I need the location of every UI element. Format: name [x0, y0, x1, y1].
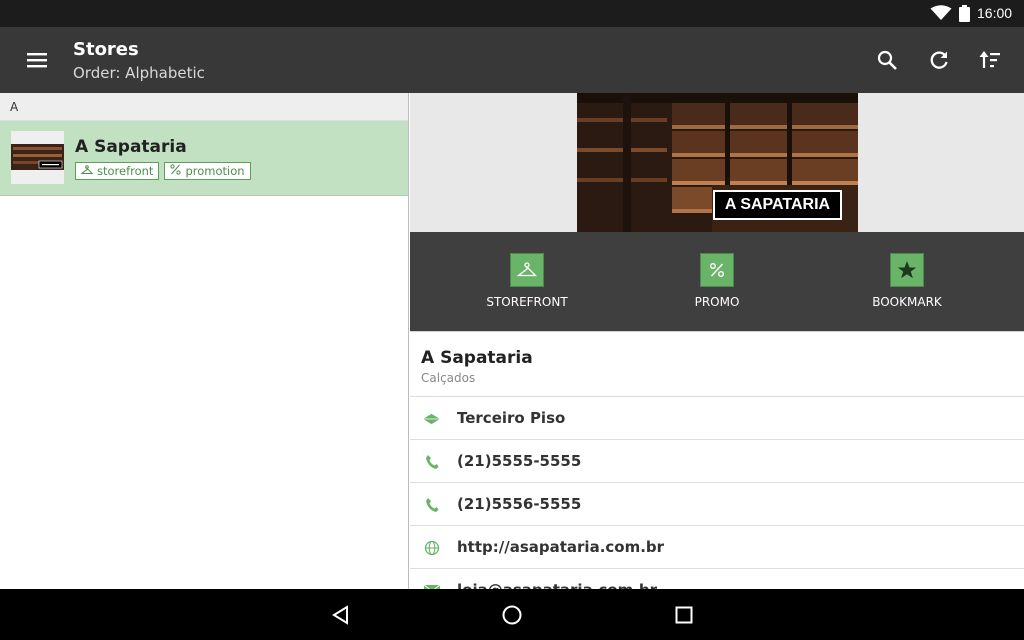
website-text: http://asapataria.com.br [457, 538, 665, 556]
storefront-button[interactable]: STOREFRONT [457, 232, 597, 331]
promo-button-label: PROMO [694, 295, 740, 309]
promo-button[interactable]: PROMO [647, 232, 787, 331]
store-thumbnail [11, 131, 64, 184]
sort-order-subtitle: Order: Alphabetic [73, 64, 205, 82]
storefront-button-label: STOREFRONT [486, 295, 568, 309]
battery-icon [959, 5, 970, 26]
bookmark-button[interactable]: BOOKMARK [837, 232, 977, 331]
phone-icon [423, 453, 440, 470]
wifi-icon [930, 5, 952, 25]
email-text: loja@asapataria.com.br [457, 581, 657, 589]
phone-row-1[interactable]: (21)5555-5555 [410, 440, 1024, 483]
refresh-icon[interactable] [925, 46, 953, 74]
store-name: A Sapataria [75, 137, 187, 157]
hanger-icon [510, 253, 544, 287]
promotion-tag: promotion [164, 162, 251, 180]
website-row[interactable]: http://asapataria.com.br [410, 526, 1024, 569]
percent-icon [170, 164, 182, 178]
page-title: Stores [73, 39, 139, 60]
email-icon [423, 582, 440, 589]
globe-icon [423, 539, 440, 556]
store-detail-header: A Sapataria Calçados [410, 331, 1024, 397]
menu-icon[interactable] [24, 47, 50, 73]
search-icon[interactable] [873, 46, 901, 74]
hanger-icon [80, 164, 94, 178]
phone-text-2: (21)5556-5555 [457, 495, 582, 513]
hero-area: A SAPATARIA [410, 93, 1024, 232]
bookmark-button-label: BOOKMARK [872, 295, 942, 309]
detail-store-name: A Sapataria [421, 348, 533, 368]
navigation-bar [0, 589, 1024, 640]
store-tags: storefront promotion [75, 162, 251, 180]
phone-icon [423, 496, 440, 513]
store-list-item[interactable]: A Sapataria storefront promotion [0, 121, 408, 196]
sort-icon[interactable] [976, 46, 1004, 74]
floor-icon [423, 410, 440, 427]
back-icon[interactable] [328, 602, 354, 628]
floor-text: Terceiro Piso [457, 409, 566, 427]
store-category: Calçados [421, 371, 476, 385]
recent-apps-icon[interactable] [671, 602, 697, 628]
star-icon [890, 253, 924, 287]
hero-sign: A SAPATARIA [713, 190, 842, 220]
status-bar: 16:00 [0, 0, 1024, 27]
home-icon[interactable] [499, 602, 525, 628]
percent-icon [700, 253, 734, 287]
promotion-tag-label: promotion [185, 164, 245, 178]
store-list-pane: A A Sapataria storefront promotion [0, 93, 409, 589]
phone-text-1: (21)5555-5555 [457, 452, 582, 470]
floor-row[interactable]: Terceiro Piso [410, 397, 1024, 440]
section-header: A [0, 93, 408, 121]
store-detail-pane: A SAPATARIA STOREFRONT PROMO BOOKMARK A … [410, 93, 1024, 589]
storefront-tag-label: storefront [97, 164, 154, 178]
email-row[interactable]: loja@asapataria.com.br [410, 569, 1024, 589]
storefront-tag: storefront [75, 162, 160, 180]
action-strip: STOREFRONT PROMO BOOKMARK [410, 232, 1024, 331]
app-bar: Stores Order: Alphabetic [0, 27, 1024, 93]
phone-row-2[interactable]: (21)5556-5555 [410, 483, 1024, 526]
status-clock: 16:00 [977, 5, 1013, 21]
